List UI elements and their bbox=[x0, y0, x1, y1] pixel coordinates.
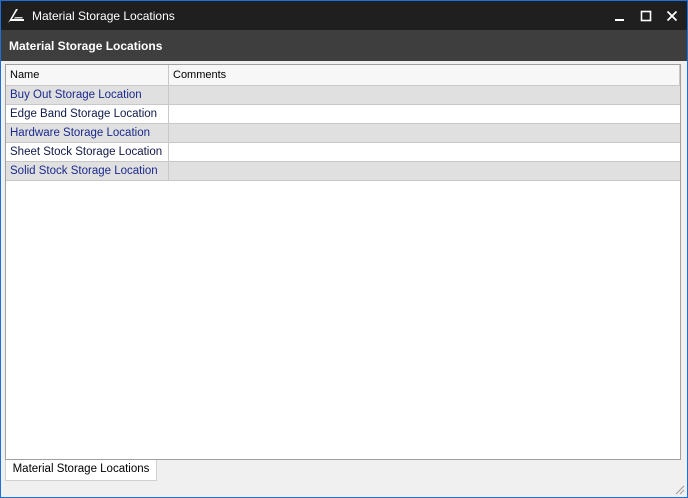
table-row[interactable]: Solid Stock Storage Location bbox=[6, 162, 680, 181]
cell-name[interactable]: Solid Stock Storage Location bbox=[6, 162, 169, 180]
close-button[interactable] bbox=[659, 1, 685, 30]
close-icon bbox=[666, 10, 678, 21]
column-header-comments[interactable]: Comments bbox=[169, 65, 680, 85]
app-window: Material Storage Locations Material Stor… bbox=[0, 0, 688, 498]
resize-grip-icon[interactable] bbox=[673, 483, 685, 495]
title-bar[interactable]: Material Storage Locations bbox=[1, 1, 687, 30]
maximize-button[interactable] bbox=[633, 1, 659, 30]
column-header-name[interactable]: Name bbox=[6, 65, 169, 85]
grid-header-row: Name Comments bbox=[6, 65, 680, 86]
page-title: Material Storage Locations bbox=[9, 39, 163, 53]
maximize-icon bbox=[640, 10, 652, 21]
table-row[interactable]: Hardware Storage Location bbox=[6, 124, 680, 143]
window-title: Material Storage Locations bbox=[32, 9, 175, 23]
table-row[interactable]: Edge Band Storage Location bbox=[6, 105, 680, 124]
table-row[interactable]: Buy Out Storage Location bbox=[6, 86, 680, 105]
app-logo-icon bbox=[7, 8, 25, 24]
cell-name[interactable]: Hardware Storage Location bbox=[6, 124, 169, 142]
table-row[interactable]: Sheet Stock Storage Location bbox=[6, 143, 680, 162]
cell-comments[interactable] bbox=[169, 105, 680, 123]
cell-comments[interactable] bbox=[169, 86, 680, 104]
minimize-button[interactable] bbox=[607, 1, 633, 30]
section-header: Material Storage Locations bbox=[1, 30, 687, 61]
cell-name[interactable]: Edge Band Storage Location bbox=[6, 105, 169, 123]
cell-comments[interactable] bbox=[169, 162, 680, 180]
cell-comments[interactable] bbox=[169, 124, 680, 142]
minimize-icon bbox=[615, 18, 624, 21]
cell-name[interactable]: Buy Out Storage Location bbox=[6, 86, 169, 104]
cell-name[interactable]: Sheet Stock Storage Location bbox=[6, 143, 169, 161]
data-grid[interactable]: Name Comments Buy Out Storage Location E… bbox=[5, 64, 681, 460]
cell-comments[interactable] bbox=[169, 143, 680, 161]
bottom-tab-strip: Material Storage Locations bbox=[1, 460, 687, 497]
tab-material-storage-locations[interactable]: Material Storage Locations bbox=[5, 460, 157, 481]
